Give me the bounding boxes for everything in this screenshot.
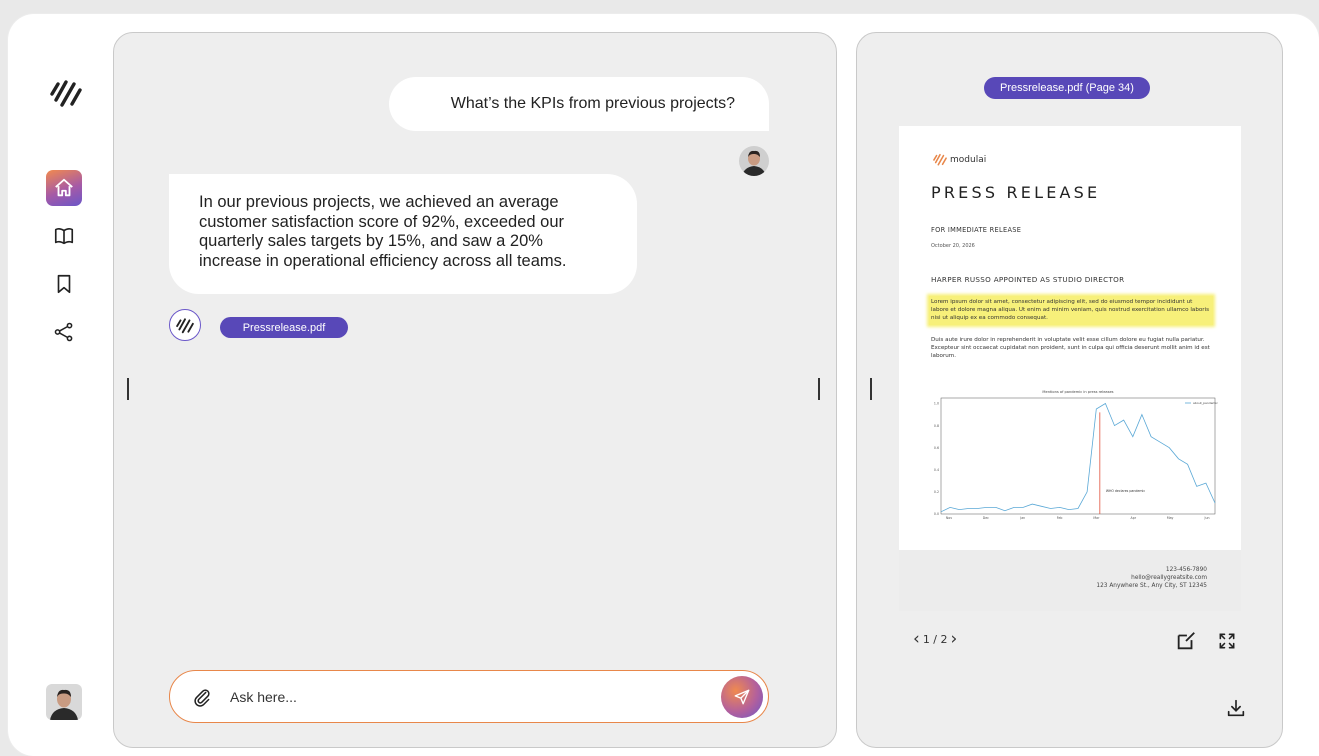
share-icon [54, 322, 73, 342]
assistant-message: In our previous projects, we achieved an… [169, 174, 637, 294]
sidebar-item-library[interactable] [46, 218, 82, 254]
x-tick-label: Nov [946, 516, 952, 520]
legend-label: about_pandemic [1193, 401, 1218, 405]
document-page: modulai PRESS RELEASE FOR IMMEDIATE RELE… [899, 126, 1241, 611]
doc-title: PRESS RELEASE [931, 183, 1101, 202]
book-icon [54, 228, 74, 245]
x-tick-label: May [1167, 516, 1174, 520]
bookmark-icon [57, 274, 71, 294]
chart-annotation: WHO declares pandemic [1106, 489, 1145, 493]
user-message: What’s the KPIs from previous projects? [389, 77, 769, 131]
x-tick-label: Jan [1019, 516, 1025, 520]
source-pill[interactable]: Pressrelease.pdf [220, 317, 348, 338]
doc-paragraph: Duis aute irure dolor in reprehenderit i… [931, 337, 1210, 360]
edit-button[interactable] [1175, 630, 1197, 656]
x-tick-label: Dec [983, 516, 989, 520]
user-avatar [739, 146, 769, 176]
doc-chart: Mentions of pandemic in press releases 0.… [934, 390, 1218, 520]
panel-resize-handle[interactable] [127, 378, 129, 400]
document-preview-panel: Pressrelease.pdf (Page 34) modulai PRESS… [856, 32, 1283, 748]
profile-avatar[interactable] [46, 684, 82, 720]
x-tick-label: Feb [1057, 516, 1063, 520]
download-button[interactable] [1225, 697, 1247, 723]
y-tick-label: 0.2 [934, 490, 939, 494]
y-tick-label: 0.6 [934, 446, 939, 450]
x-tick-label: Mar [1093, 516, 1100, 520]
panel-resize-handle[interactable] [818, 378, 820, 400]
chat-input-bar [169, 670, 769, 723]
sidebar-item-share[interactable] [46, 314, 82, 350]
home-icon [55, 178, 73, 197]
page-label-pill[interactable]: Pressrelease.pdf (Page 34) [984, 77, 1150, 99]
panel-resize-handle[interactable] [870, 378, 872, 400]
fullscreen-button[interactable] [1217, 631, 1237, 655]
edit-icon [1177, 632, 1195, 650]
doc-phone: 123-456-7890 [1165, 567, 1207, 573]
y-tick-label: 1.0 [934, 402, 939, 406]
data-series-line [940, 402, 1216, 513]
doc-footer: 123-456-7890 hello@reallygreatsite.com 1… [899, 550, 1241, 611]
x-tick-label: Jun [1204, 516, 1210, 520]
doc-subtitle: FOR IMMEDIATE RELEASE [931, 226, 1022, 234]
logo-icon[interactable] [50, 78, 82, 108]
user-message-text: What’s the KPIs from previous projects? [450, 95, 735, 112]
expand-icon [1219, 633, 1235, 649]
assistant-message-text: In our previous projects, we achieved an… [199, 193, 567, 270]
y-tick-label: 0.0 [934, 512, 939, 516]
doc-address: 123 Anywhere St., Any City, ST 12345 [1096, 583, 1207, 589]
doc-headline: HARPER RUSSO APPOINTED AS STUDIO DIRECTO… [931, 275, 1125, 284]
modulai-logo-icon [933, 153, 947, 166]
next-page-icon[interactable]: › [951, 629, 958, 649]
y-tick-label: 0.4 [934, 468, 939, 472]
doc-date: October 20, 2026 [931, 243, 975, 249]
download-icon [1227, 699, 1245, 717]
assistant-icon [169, 309, 201, 341]
sidebar-item-saved[interactable] [46, 266, 82, 302]
pager: ‹ 1 / 2 › [913, 629, 957, 649]
sidebar-item-home[interactable] [46, 170, 82, 206]
chat-input[interactable] [230, 688, 690, 705]
prev-page-icon[interactable]: ‹ [913, 629, 920, 649]
chat-panel: What’s the KPIs from previous projects? … [113, 32, 837, 748]
chart-title: Mentions of pandemic in press releases [1042, 390, 1113, 394]
send-button[interactable] [721, 676, 763, 718]
doc-highlighted-text: Lorem ipsum dolor sit amet, consectetur … [929, 296, 1213, 325]
chart-frame [940, 397, 1216, 515]
sidebar-nav [46, 170, 82, 362]
page-indicator: 1 / 2 [922, 632, 948, 646]
doc-brand: modulai [933, 153, 986, 166]
attach-icon[interactable] [192, 687, 212, 707]
doc-email: hello@reallygreatsite.com [1131, 575, 1207, 581]
send-icon [734, 689, 750, 705]
doc-brand-name: modulai [950, 154, 987, 165]
y-tick-label: 0.8 [934, 424, 939, 428]
x-tick-label: Apr [1131, 516, 1137, 520]
